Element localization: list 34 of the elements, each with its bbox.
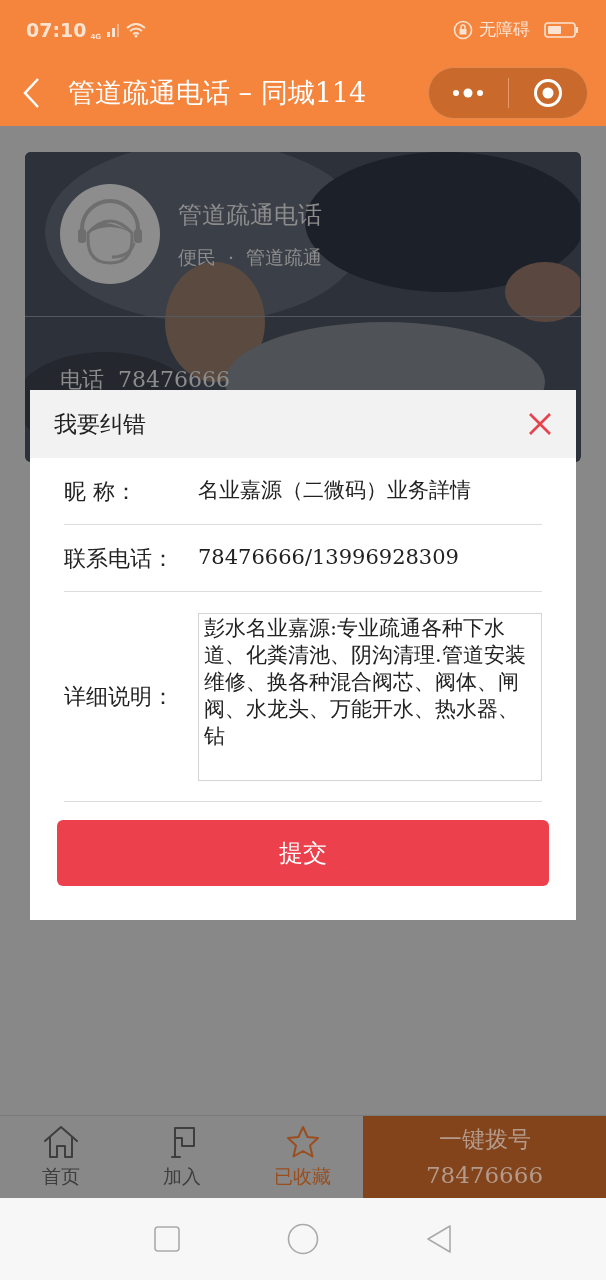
back-triangle-icon[interactable] (426, 1224, 453, 1254)
subcategory: 管道疏通 (246, 244, 323, 270)
more-icon (451, 87, 486, 99)
lock-icon (453, 20, 473, 40)
text-field[interactable]: 名业嘉源（二微码）业务詳情 (198, 475, 542, 507)
recents-icon[interactable] (153, 1226, 180, 1252)
call-button[interactable]: 一键拨号 78476666 (363, 1116, 606, 1198)
description-field[interactable]: 彭水名业嘉源:专业疏通各种下水道、化粪清池、阴沟清理.管道安装维修、换各种混合阀芯、阀体、闸阀、水龙头、万能开水、热水器、钻 (198, 612, 542, 781)
call-label: 一键拨号 (438, 1125, 531, 1154)
field-label: 联系电话： (64, 544, 175, 573)
home-icon (41, 1123, 80, 1160)
battery-icon (544, 21, 580, 39)
field-label: 详细说明： (64, 683, 175, 711)
tab-item[interactable]: 加入 (121, 1116, 242, 1198)
category: 便民 (178, 244, 216, 270)
service-name: 管道疏通电话 (178, 199, 323, 231)
phone-label: 电话 (60, 366, 104, 394)
page-title: 管道疏通电话 – 同城114 (68, 75, 367, 110)
signal-icon (105, 22, 122, 38)
home-circle-icon[interactable] (287, 1223, 319, 1255)
back-icon (22, 76, 42, 110)
clock: 07:10 (26, 17, 87, 43)
field-label: 昵 称： (64, 477, 138, 506)
submit-button[interactable]: 提交 (57, 820, 549, 886)
close-icon (528, 412, 552, 436)
separator-dot: · (228, 244, 235, 270)
text-field[interactable]: 78476666/13996928309 (198, 542, 542, 574)
phone-number: 78476666 (118, 366, 230, 394)
call-number: 78476666 (425, 1161, 544, 1190)
accessibility-label: 无障碍 (479, 18, 530, 42)
wifi-icon (125, 22, 148, 38)
target-icon (532, 78, 563, 108)
dialog-title: 我要纠错 (54, 409, 146, 439)
tab-item[interactable]: 首页 (0, 1116, 121, 1198)
